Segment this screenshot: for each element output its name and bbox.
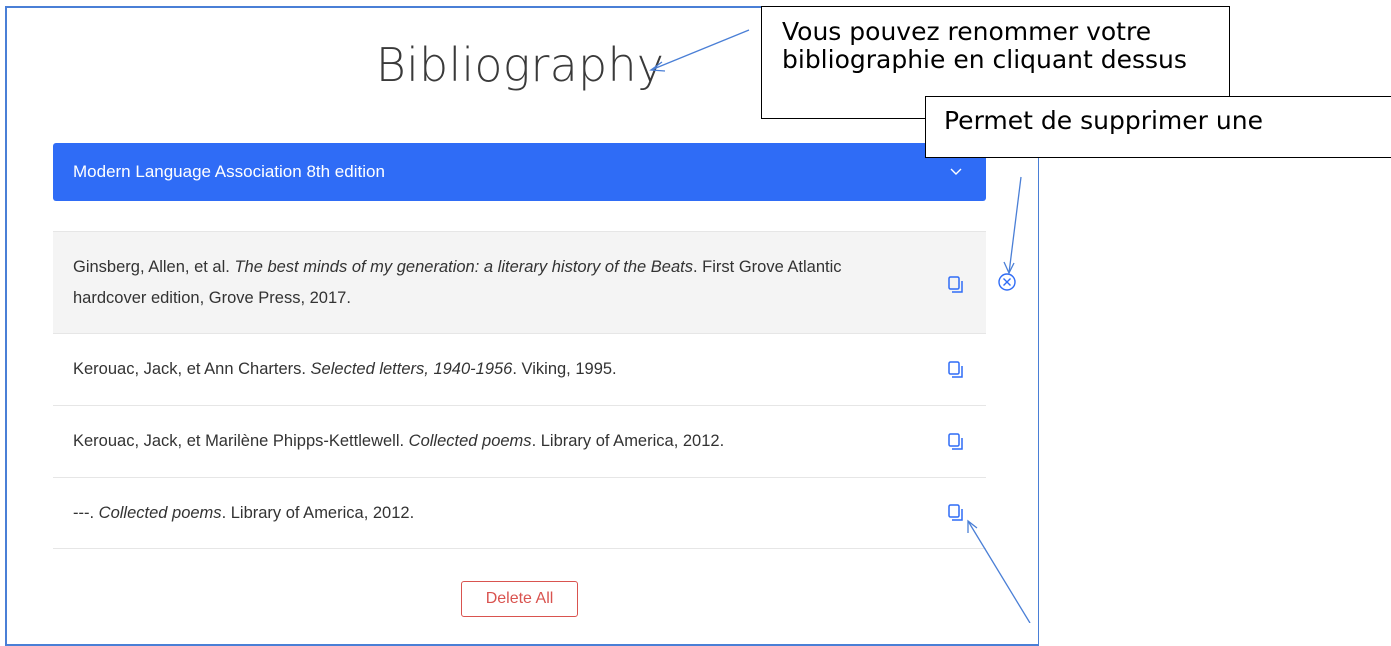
copy-icon[interactable]: [948, 274, 964, 293]
remove-circle-icon[interactable]: [997, 272, 1017, 292]
citation-style-label: Modern Language Association 8th edition: [73, 162, 385, 181]
citation-text: Kerouac, Jack, et Ann Charters. Selected…: [73, 360, 617, 378]
delete-annotation: Permet de supprimer une: [925, 96, 1391, 158]
delete-all-button[interactable]: Delete All: [461, 581, 578, 617]
citation-text: ---. Collected poems. Library of America…: [73, 503, 415, 522]
citation-row: ---. Collected poems. Library of America…: [53, 477, 986, 549]
copy-icon[interactable]: [948, 504, 964, 522]
citation-text: Kerouac, Jack, et Marilène Phipps-Kettle…: [73, 432, 725, 450]
chevron-down-icon: [948, 164, 964, 180]
citation-list: Ginsberg, Allen, et al. The best minds o…: [53, 231, 986, 549]
delete-annotation-text: Permet de supprimer une: [944, 106, 1263, 135]
citation-text: Ginsberg, Allen, et al. The best minds o…: [73, 257, 842, 307]
citation-style-select[interactable]: Modern Language Association 8th edition: [53, 143, 986, 201]
citation-row: Ginsberg, Allen, et al. The best minds o…: [53, 231, 986, 333]
copy-icon[interactable]: [948, 360, 964, 379]
rename-annotation-text: Vous pouvez renommer votre bibliographie…: [782, 17, 1187, 74]
citation-row: Kerouac, Jack, et Marilène Phipps-Kettle…: [53, 405, 986, 477]
citation-row: Kerouac, Jack, et Ann Charters. Selected…: [53, 333, 986, 405]
copy-icon[interactable]: [948, 432, 964, 451]
